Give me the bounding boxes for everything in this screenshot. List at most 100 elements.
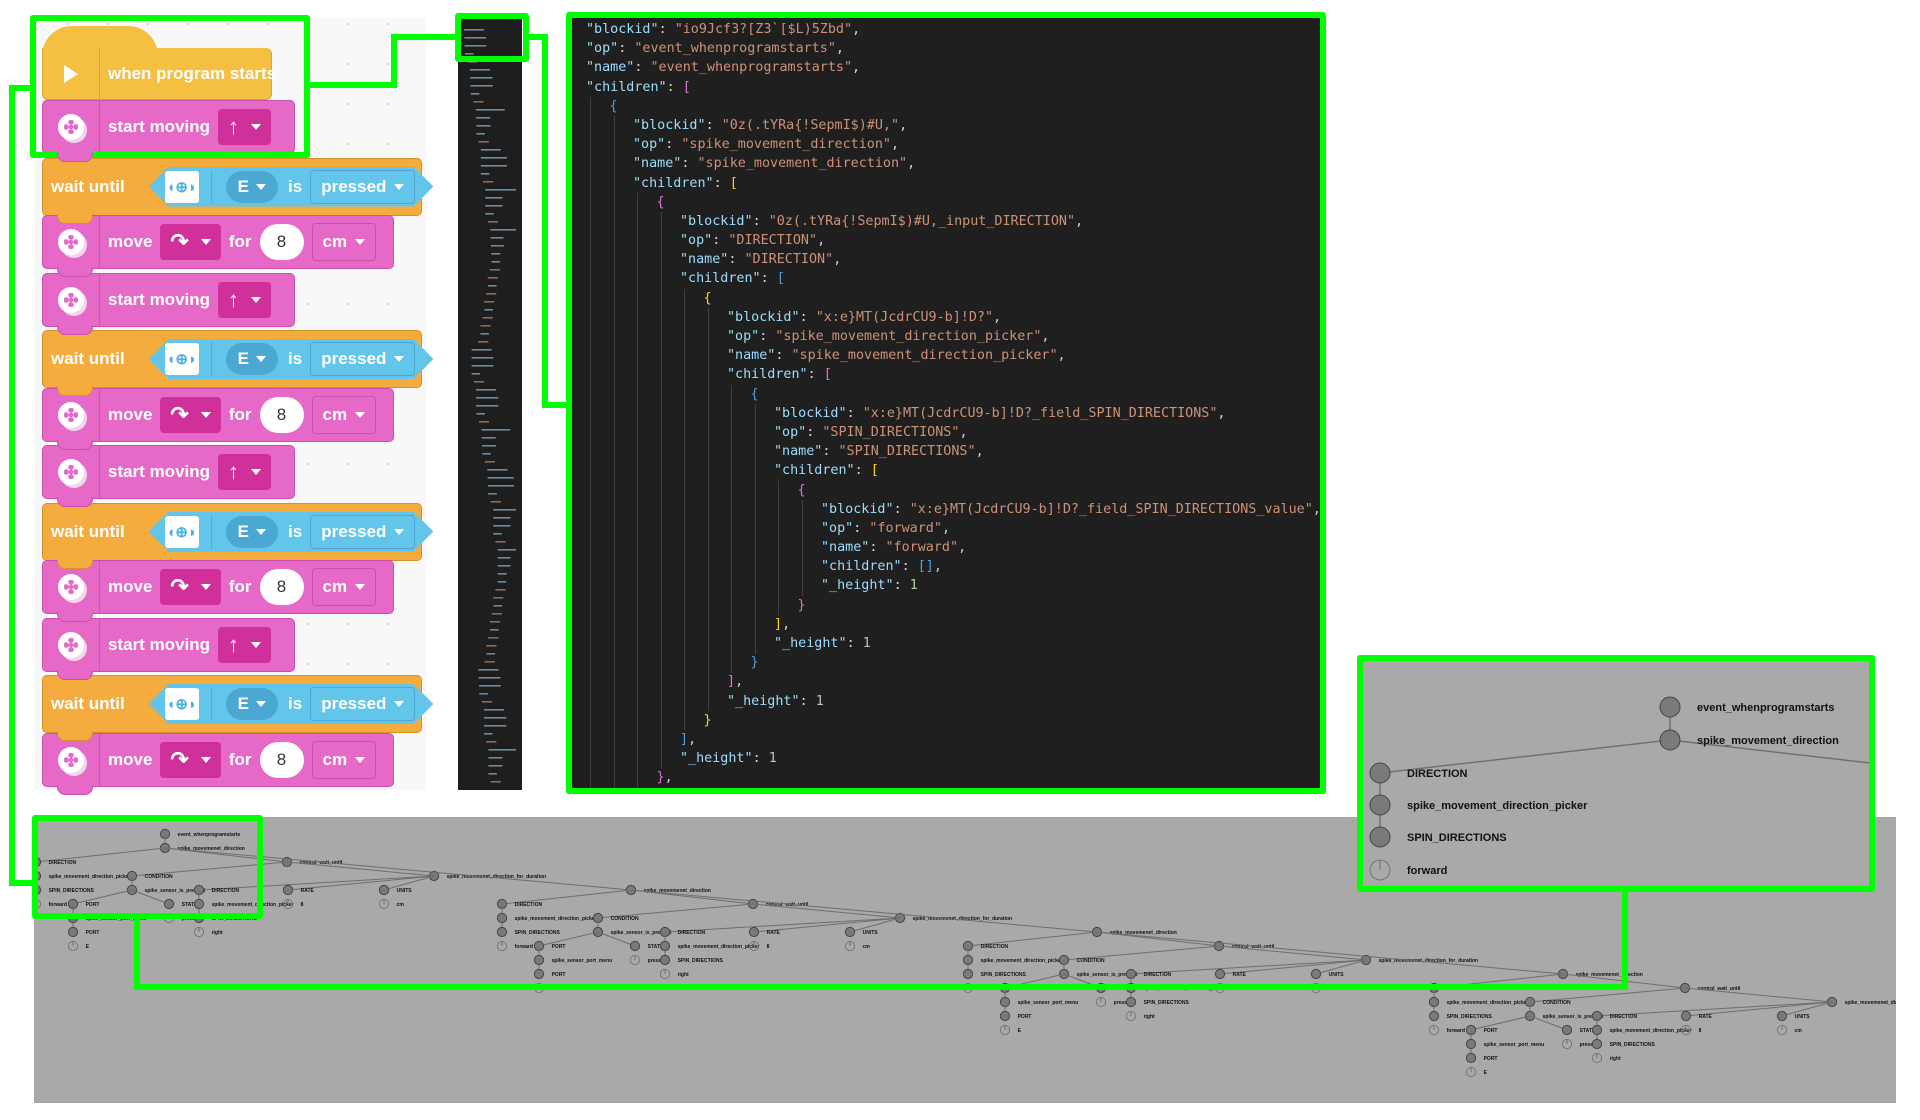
tree-node: [1591, 1024, 1603, 1036]
minimap-line: [490, 629, 499, 631]
unit-dropdown[interactable]: cm: [311, 223, 377, 261]
port-value: E: [237, 521, 250, 541]
minimap-line: [487, 277, 498, 279]
tree-node: [1776, 1010, 1788, 1022]
motor-icon-cell: [43, 273, 100, 326]
motor-icon-cell: [43, 388, 100, 441]
is-label: is: [288, 521, 303, 541]
amount-input[interactable]: 8: [259, 741, 304, 778]
wait-until-block[interactable]: wait until ◖⊕◗ Eis pressed: [42, 157, 422, 224]
chevron-down-icon: [256, 701, 266, 707]
move-for-block[interactable]: move ↷ for 8 cm: [42, 387, 394, 450]
for-label: for: [228, 232, 252, 251]
chevron-down-icon: [394, 184, 404, 190]
state-dropdown[interactable]: pressed: [310, 687, 415, 721]
minimap-line: [487, 485, 515, 487]
block-label: move: [108, 232, 153, 251]
move-for-block[interactable]: move ↷ for 8 cm: [42, 732, 394, 795]
tree-node-label: DIRECTION: [678, 930, 706, 936]
state-dropdown[interactable]: pressed: [310, 515, 415, 549]
minimap-line: [487, 477, 514, 479]
sensor-pressed-condition[interactable]: ◖⊕◗ Eis pressed: [149, 512, 434, 552]
amount-input[interactable]: 8: [259, 396, 304, 433]
turn-right-icon: ↷: [170, 229, 189, 254]
direction-dropdown[interactable]: ↑: [218, 281, 272, 318]
minimap-line: [488, 757, 503, 759]
minimap-line: [485, 197, 503, 199]
chevron-down-icon: [355, 411, 366, 418]
start-moving-block[interactable]: start moving ↑: [42, 617, 295, 680]
motor-icon: [58, 401, 84, 428]
tree-node-label: 8: [767, 944, 770, 950]
move-for-block[interactable]: move ↷ for 8 cm: [42, 560, 394, 622]
minimap-line: [482, 317, 493, 319]
force-sensor-icon: ◖⊕◗: [165, 171, 199, 203]
port-dropdown[interactable]: E: [226, 688, 278, 720]
tree-node: [999, 1010, 1011, 1022]
move-for-block[interactable]: move ↷ for 8 cm: [42, 215, 394, 277]
tree-node: [629, 940, 641, 952]
tree-node-label: cm: [1795, 1028, 1803, 1034]
divider: [211, 342, 212, 376]
chevron-down-icon: [200, 756, 211, 763]
tree-node-label: spike_movemenet_direction_for_duration: [1845, 1000, 1896, 1006]
port-dropdown[interactable]: E: [226, 171, 278, 203]
connector-line: [542, 34, 548, 408]
wait-until-block[interactable]: wait until ◖⊕◗ Eis pressed: [42, 675, 422, 741]
minimap-line: [470, 93, 480, 95]
direction-dropdown[interactable]: ↷: [160, 741, 221, 778]
tree-node-label: DIRECTION: [1610, 1014, 1638, 1020]
chevron-down-icon: [200, 239, 211, 245]
direction-dropdown[interactable]: ↑: [218, 454, 272, 490]
force-sensor-glyph: ◖⊕◗: [166, 178, 198, 196]
start-moving-block[interactable]: start moving ↑: [42, 272, 295, 335]
connector-line: [542, 402, 567, 408]
minimap-line: [493, 525, 511, 527]
minimap-line: [480, 149, 501, 151]
for-label: for: [228, 404, 252, 424]
wait-until-block[interactable]: wait until ◖⊕◗ Eis pressed: [42, 330, 422, 396]
direction-dropdown[interactable]: ↷: [160, 396, 221, 433]
amount-input[interactable]: 8: [259, 569, 304, 605]
connector-line: [310, 82, 397, 88]
port-dropdown[interactable]: E: [226, 343, 278, 375]
tree-node-label: spike_movement_direction_picker: [1610, 1028, 1692, 1034]
tree-node-label: PORT: [86, 930, 100, 936]
wait-until-block[interactable]: wait until ◖⊕◗ Eis pressed: [42, 502, 422, 569]
sensor-pressed-condition[interactable]: ◖⊕◗ Eis pressed: [149, 684, 434, 724]
motor-icon-cell: [43, 561, 100, 613]
amount-input[interactable]: 8: [259, 224, 304, 260]
editor-minimap[interactable]: [458, 17, 522, 790]
sensor-pressed-condition[interactable]: ◖⊕◗ Eis pressed: [149, 167, 434, 207]
minimap-line: [490, 501, 501, 503]
chevron-down-icon: [251, 469, 262, 475]
port-value: E: [237, 349, 250, 368]
minimap-line: [481, 437, 496, 439]
block-label: move: [108, 749, 153, 769]
block-notch: [57, 731, 93, 741]
minimap-line: [485, 205, 503, 207]
unit-dropdown[interactable]: cm: [311, 740, 377, 779]
tree-node-label: spike_movement_direction_picker: [515, 916, 597, 922]
unit-dropdown[interactable]: cm: [311, 395, 377, 434]
port-dropdown[interactable]: E: [226, 516, 278, 548]
state-dropdown[interactable]: pressed: [310, 170, 415, 204]
state-dropdown[interactable]: pressed: [310, 342, 415, 376]
direction-dropdown[interactable]: ↷: [160, 224, 221, 260]
highlight-box-minimap: [455, 13, 529, 62]
minimap-line: [475, 109, 505, 111]
unit-dropdown[interactable]: cm: [311, 568, 377, 606]
sensor-pressed-condition[interactable]: ◖⊕◗ Eis pressed: [149, 339, 434, 379]
start-moving-block[interactable]: start moving ↑: [42, 445, 295, 507]
minimap-line: [478, 677, 501, 679]
tree-node-label: E: [86, 944, 90, 950]
direction-dropdown[interactable]: ↷: [160, 569, 221, 605]
minimap-line: [484, 717, 507, 719]
chevron-down-icon: [394, 529, 404, 535]
minimap-line: [493, 509, 516, 511]
block-label: move: [108, 577, 153, 596]
minimap-line: [476, 397, 499, 399]
direction-dropdown[interactable]: ↑: [218, 626, 272, 663]
minimap-line: [497, 565, 511, 567]
motor-icon-cell: [43, 733, 100, 786]
